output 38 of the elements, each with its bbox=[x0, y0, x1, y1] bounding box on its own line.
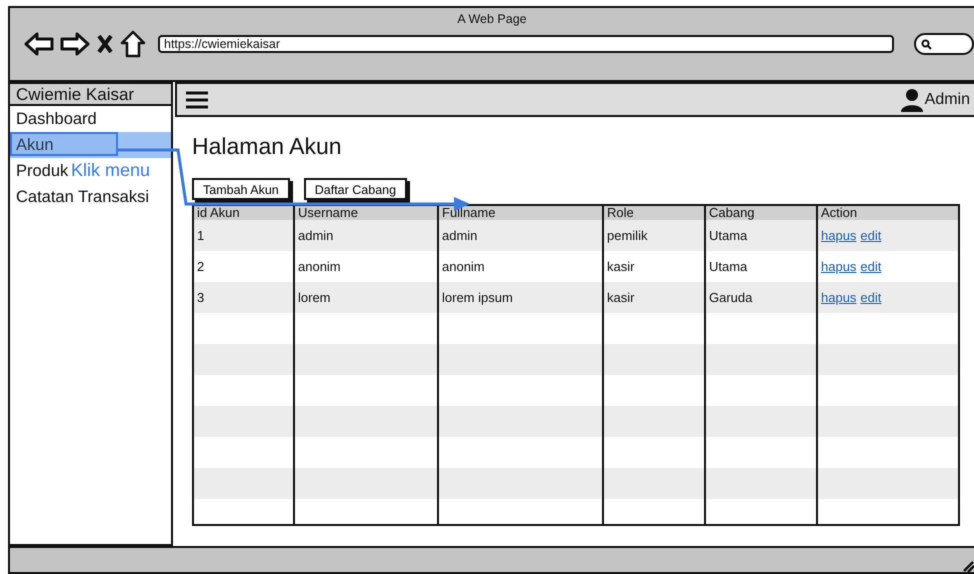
url-field[interactable]: https://cwiemiekaisar bbox=[158, 35, 894, 53]
user-name[interactable]: Admin bbox=[924, 90, 970, 108]
table-cell: anonim bbox=[442, 259, 485, 274]
action-link[interactable]: hapus bbox=[821, 228, 856, 243]
table-cell: admin bbox=[298, 228, 334, 243]
action-link[interactable]: hapus bbox=[821, 290, 856, 305]
action-link[interactable]: edit bbox=[860, 228, 882, 243]
sidebar-title: Cwiemie Kaisar bbox=[10, 84, 171, 106]
table-cell: admin bbox=[442, 228, 478, 243]
action-link[interactable]: hapus bbox=[821, 259, 856, 274]
table-cell: Garuda bbox=[709, 290, 752, 305]
sidebar-item[interactable]: Akun bbox=[10, 132, 171, 158]
column-header: Action bbox=[821, 206, 858, 220]
table-cell: Utama bbox=[709, 259, 748, 274]
table-cell: pemilik bbox=[607, 228, 648, 243]
action-link[interactable]: edit bbox=[860, 259, 882, 274]
toolbar-button[interactable]: Daftar Cabang bbox=[304, 178, 408, 200]
table-cell: kasir bbox=[607, 290, 634, 305]
table-cell: anonim bbox=[298, 259, 341, 274]
table-cell: 3 bbox=[197, 290, 204, 305]
page-heading: Halaman Akun bbox=[192, 133, 343, 160]
sidebar-item[interactable]: Dashboard bbox=[10, 106, 103, 132]
column-header: id Akun bbox=[197, 206, 240, 220]
action-link[interactable]: edit bbox=[860, 290, 882, 305]
column-header: Role bbox=[607, 206, 634, 220]
annotation-label: Klik menu bbox=[71, 160, 150, 181]
column-header: Cabang bbox=[709, 206, 755, 220]
window-title: A Web Page bbox=[457, 12, 527, 26]
table-cell: lorem bbox=[298, 290, 331, 305]
table-cell: Utama bbox=[709, 228, 748, 243]
table-cell: kasir bbox=[607, 259, 634, 274]
column-header: Username bbox=[298, 206, 358, 220]
table-cell: lorem ipsum bbox=[442, 290, 513, 305]
table-cell: 1 bbox=[197, 228, 204, 243]
table-cell: 2 bbox=[197, 259, 204, 274]
toolbar-button[interactable]: Tambah Akun bbox=[192, 178, 290, 200]
sidebar-item[interactable]: Catatan Transaksi bbox=[10, 184, 155, 210]
column-header: Fullname bbox=[442, 206, 496, 220]
